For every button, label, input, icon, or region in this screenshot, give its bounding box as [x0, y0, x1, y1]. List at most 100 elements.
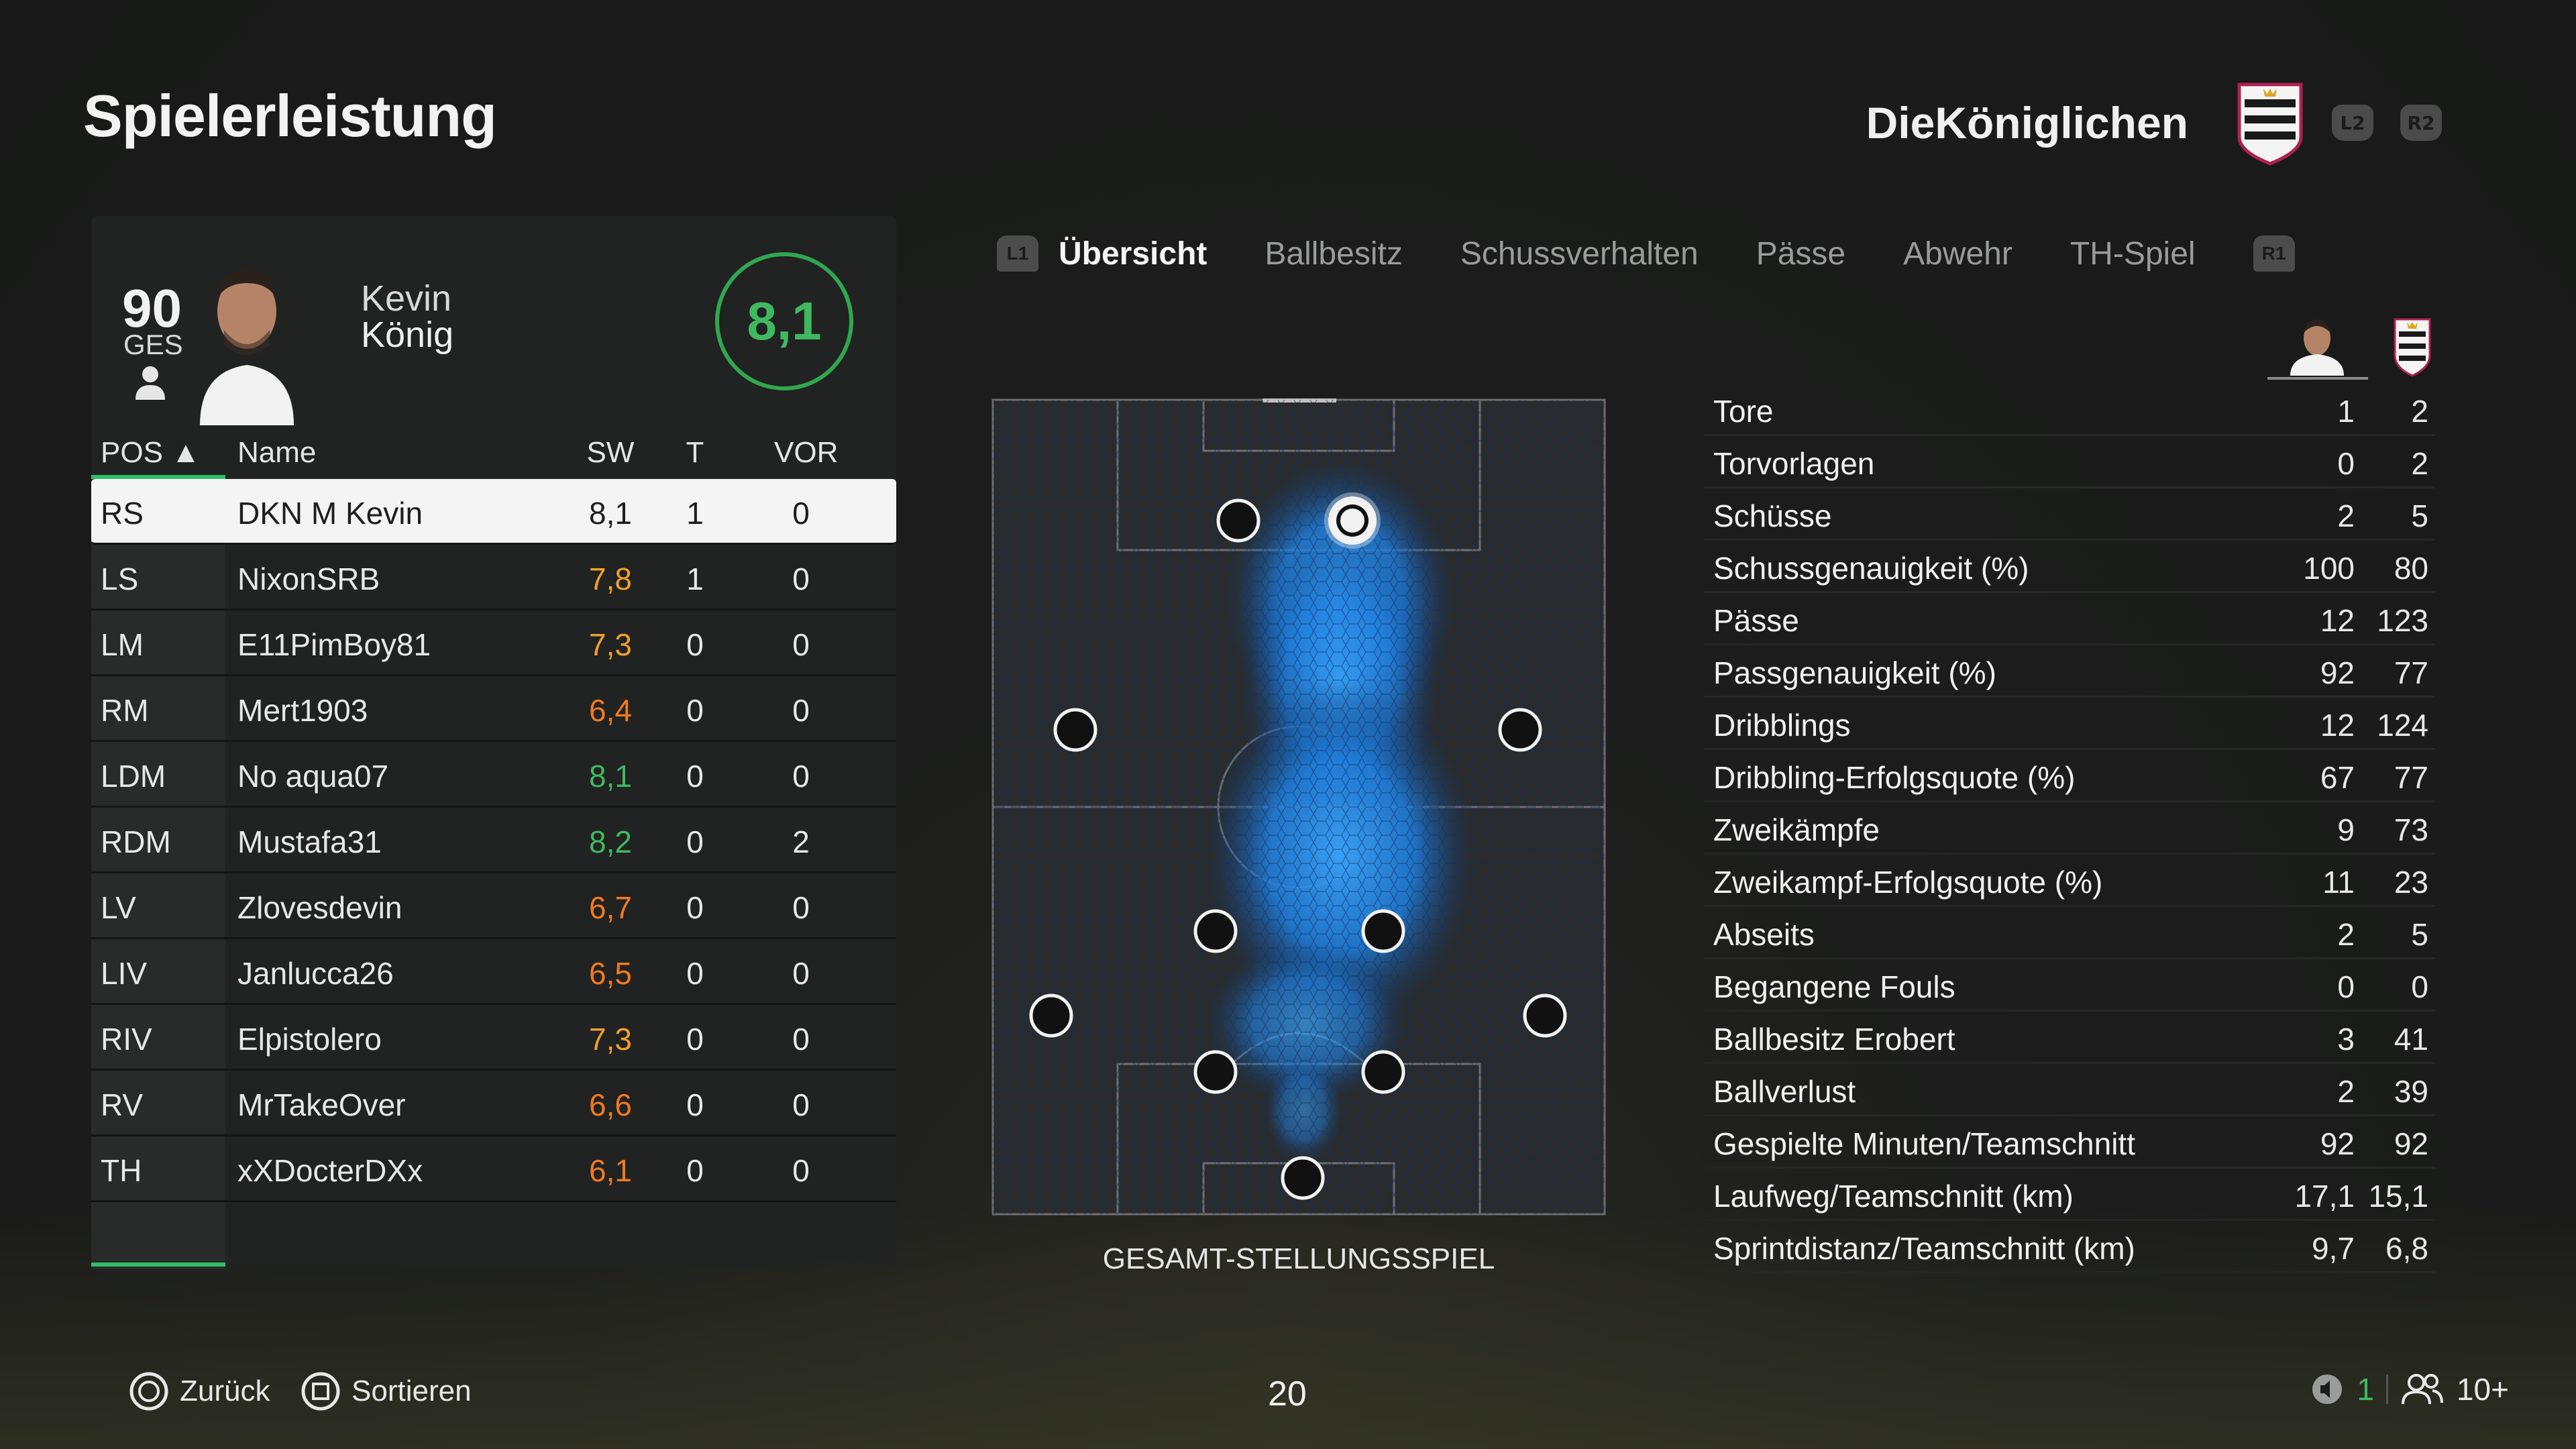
marker-th — [1281, 1156, 1325, 1200]
row-rating: 6,5 — [589, 956, 632, 991]
page-number: 20 — [1268, 1375, 1307, 1413]
row-position: LM — [101, 627, 144, 662]
l2-button[interactable]: L2 — [2332, 105, 2373, 141]
table-row[interactable]: RS DKN M Kevin 8,1 1 0 — [91, 479, 896, 545]
stat-player-value: 92 — [2320, 1126, 2355, 1161]
row-name: Janlucca26 — [237, 956, 394, 991]
row-goals: 1 — [686, 496, 704, 531]
header-t[interactable]: T — [668, 436, 722, 470]
row-assists: 0 — [792, 956, 810, 991]
row-name: Mert1903 — [237, 693, 368, 728]
stat-team-value: 15,1 — [2368, 1179, 2428, 1214]
status-area: 1 10+ — [2310, 1371, 2509, 1407]
stat-team-value: 77 — [2394, 655, 2428, 690]
header-pos[interactable]: POS ▲ — [101, 436, 201, 470]
team-header: DieKöniglichen L2 R2 — [1866, 79, 2442, 166]
stat-team-value: 73 — [2394, 812, 2428, 847]
table-row[interactable]: RIV Elpistolero 7,3 0 0 — [91, 1005, 896, 1071]
tab-passing[interactable]: Pässe — [1756, 235, 1845, 272]
tab-shooting[interactable]: Schussverhalten — [1460, 235, 1699, 272]
header-name[interactable]: Name — [237, 436, 316, 470]
marker-rv — [1523, 994, 1567, 1038]
row-rating: 8,2 — [589, 824, 632, 859]
table-row[interactable]: LIV Janlucca26 6,5 0 0 — [91, 939, 896, 1005]
stat-player-value: 0 — [2337, 969, 2355, 1004]
tab-defending[interactable]: Abwehr — [1903, 235, 2012, 272]
stat-team-value: 80 — [2394, 551, 2428, 586]
row-goals: 1 — [686, 561, 704, 596]
marker-riv — [1361, 1050, 1405, 1094]
row-goals: 0 — [686, 1022, 704, 1057]
player-last-name: König — [361, 315, 454, 355]
row-assists: 0 — [792, 1087, 810, 1122]
stat-player-value: 3 — [2337, 1022, 2355, 1057]
table-row[interactable]: LS NixonSRB 7,8 1 0 — [91, 545, 896, 610]
table-row[interactable]: RDM Mustafa31 8,2 0 2 — [91, 808, 896, 873]
row-name: No aqua07 — [237, 759, 389, 794]
stat-player-value: 92 — [2320, 655, 2355, 690]
table-row[interactable]: TH xXDocterDXx 6,1 0 0 — [91, 1136, 896, 1202]
table-row[interactable]: RV MrTakeOver 6,6 0 0 — [91, 1071, 896, 1136]
header-sw[interactable]: SW — [577, 436, 644, 470]
row-goals: 0 — [686, 890, 704, 925]
row-assists: 2 — [792, 824, 810, 859]
row-position: RS — [101, 496, 144, 531]
team-ratings-panel: 90 GES Kevin König 8,1 POS ▲ Name SW T V… — [91, 216, 896, 1269]
tab-goalkeeping[interactable]: TH-Spiel — [2070, 235, 2196, 272]
stat-team-value: 6,8 — [2385, 1231, 2428, 1266]
online-count: 1 — [2357, 1372, 2374, 1407]
stat-row: Zweikämpfe 9 73 — [1704, 802, 2435, 855]
stat-player-value: 12 — [2320, 603, 2355, 638]
row-goals: 0 — [686, 824, 704, 859]
tab-possession[interactable]: Ballbesitz — [1265, 235, 1402, 272]
stats-table: Tore 1 2 Torvorlagen 0 2 Schüsse 2 5 Schussgen… — [1704, 384, 2435, 1273]
stat-player-value: 11 — [2322, 865, 2355, 900]
stat-label: Dribblings — [1713, 708, 1851, 743]
stat-team-value: 2 — [2411, 446, 2428, 481]
stat-row: Dribblings 12 124 — [1704, 698, 2435, 750]
marker-rdm — [1361, 909, 1405, 953]
row-assists: 0 — [792, 627, 810, 662]
marker-rm — [1498, 708, 1542, 752]
tab-overview[interactable]: Übersicht — [1059, 235, 1207, 272]
table-row[interactable]: LV Zlovesdevin 6,7 0 0 — [91, 873, 896, 939]
heat-zones — [993, 400, 1605, 1214]
stat-label: Ballbesitz Erobert — [1713, 1022, 1955, 1057]
stat-player-value: 2 — [2337, 917, 2355, 952]
row-name: NixonSRB — [237, 561, 380, 596]
row-rating: 7,3 — [589, 1022, 632, 1057]
stat-row: Ballbesitz Erobert 3 41 — [1704, 1012, 2435, 1064]
mute-icon — [2312, 1375, 2343, 1404]
table-row[interactable]: LM E11PimBoy81 7,3 0 0 — [91, 610, 896, 676]
sort-button[interactable]: Sortieren — [301, 1371, 472, 1411]
row-position: RV — [101, 1087, 144, 1122]
row-position: RDM — [101, 824, 171, 859]
stat-player-value: 17,1 — [2294, 1179, 2355, 1214]
stat-row: Tore 1 2 — [1704, 384, 2435, 436]
back-label: Zurück — [180, 1375, 270, 1407]
row-position: LDM — [101, 759, 166, 794]
r1-button[interactable]: R1 — [2253, 235, 2295, 272]
row-goals: 0 — [686, 1087, 704, 1122]
stat-row: Laufweg/Teamschnitt (km) 17,1 15,1 — [1704, 1169, 2435, 1221]
team-crest-icon — [2237, 83, 2303, 166]
header-vor[interactable]: VOR — [774, 436, 838, 470]
back-button[interactable]: Zurück — [129, 1371, 270, 1411]
row-assists: 0 — [792, 693, 810, 728]
team-name: DieKöniglichen — [1866, 98, 2188, 148]
r2-button[interactable]: R2 — [2400, 105, 2442, 141]
team-crest-icon — [2394, 318, 2431, 377]
stat-team-value: 92 — [2394, 1126, 2428, 1161]
stat-label: Passgenauigkeit (%) — [1713, 655, 1996, 690]
row-rating: 7,8 — [589, 561, 632, 596]
stat-player-value: 2 — [2337, 498, 2355, 533]
l1-button[interactable]: L1 — [997, 235, 1038, 272]
row-rating: 8,1 — [589, 759, 632, 794]
stat-team-value: 0 — [2411, 969, 2428, 1004]
table-row[interactable]: RM Mert1903 6,4 0 0 — [91, 676, 896, 742]
table-row[interactable]: LDM No aqua07 8,1 0 0 — [91, 742, 896, 808]
scroll-indicator-bar — [91, 1263, 225, 1267]
row-rating: 8,1 — [589, 496, 632, 531]
stat-row: Passgenauigkeit (%) 92 77 — [1704, 645, 2435, 698]
row-assists: 0 — [792, 1022, 810, 1057]
